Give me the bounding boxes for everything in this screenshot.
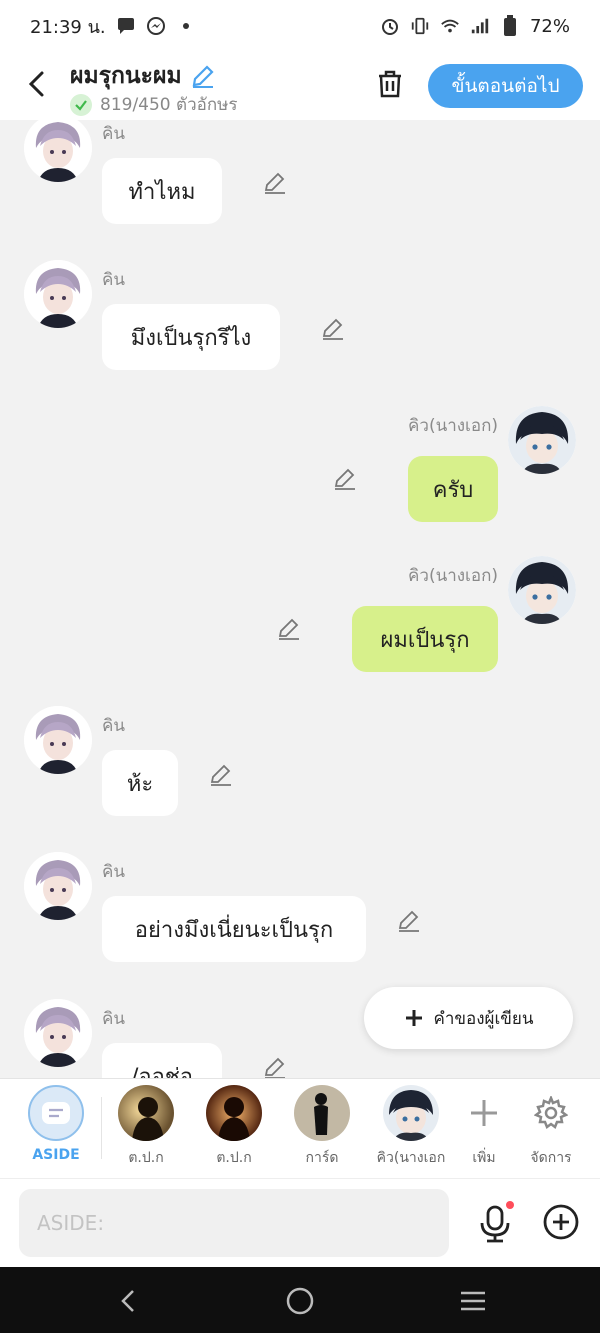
edit-message-icon[interactable] (396, 908, 422, 934)
character-aside[interactable]: ASIDE (16, 1085, 96, 1163)
speech-icon (42, 1102, 70, 1124)
chat-message: คินมึงเป็นรุกรึไง (0, 260, 600, 406)
plus-icon (456, 1085, 512, 1141)
character-item[interactable]: การ์ด (282, 1085, 362, 1169)
battery-percent: 72% (529, 15, 570, 37)
nav-back-button[interactable] (110, 1283, 146, 1319)
chat-message: คินทำไหม (0, 120, 600, 260)
status-bar: 21:39 น. 72% (0, 0, 600, 52)
wifi-icon (440, 16, 460, 36)
sender-name: คิน (102, 124, 125, 144)
plus-icon (406, 1010, 423, 1026)
dot-icon (176, 16, 196, 36)
sender-name: คิว(นางเอก) (408, 566, 498, 586)
character-avatar[interactable] (24, 120, 92, 182)
story-title[interactable]: ผมรุกนะผม (70, 58, 216, 94)
edit-message-icon[interactable] (320, 316, 346, 342)
character-label: ต.ป.ก (128, 1150, 164, 1166)
writer-note-label: คำของผู้เขียน (433, 1008, 534, 1029)
chat-message: คิว(นางเอก) ครับ (0, 406, 600, 552)
check-icon (70, 93, 92, 116)
manage-characters-button[interactable]: จัดการ (511, 1085, 591, 1169)
chat-message: คินอย่างมึงเนี่ยนะเป็นรุก (0, 852, 600, 998)
character-avatar (118, 1085, 174, 1141)
message-bubble[interactable]: /ออช่อ (102, 1043, 222, 1078)
character-avatar (383, 1085, 439, 1141)
character-item[interactable]: คิว(นางเอก (371, 1085, 451, 1169)
char-count-text: 819/450 ตัวอักษร (100, 95, 238, 115)
message-bubble[interactable]: ทำไหม (102, 158, 222, 224)
aside-avatar (28, 1085, 84, 1141)
chat-bubble-icon (116, 16, 136, 36)
character-avatar (206, 1085, 262, 1141)
signal-icon (470, 16, 490, 36)
character-avatar[interactable] (24, 260, 92, 328)
protagonist-avatar[interactable] (508, 556, 576, 624)
sender-name: คิน (102, 716, 125, 736)
input-bar (0, 1178, 600, 1267)
nav-recents-button[interactable] (455, 1283, 491, 1319)
edit-message-icon[interactable] (208, 762, 234, 788)
vibrate-icon (410, 16, 430, 36)
message-bubble[interactable]: อย่างมึงเนี่ยนะเป็นรุก (102, 896, 366, 962)
add-label: เพิ่ม (472, 1150, 496, 1166)
character-avatar[interactable] (24, 706, 92, 774)
story-title-text: ผมรุกนะผม (70, 63, 182, 89)
alarm-icon (380, 16, 400, 36)
message-bubble[interactable]: ห้ะ (102, 750, 178, 816)
system-nav-bar (0, 1267, 600, 1333)
character-avatar (294, 1085, 350, 1141)
header: ผมรุกนะผม 819/450 ตัวอักษร ขั้นตอนต่อไป (0, 52, 600, 120)
protagonist-avatar[interactable] (508, 406, 576, 474)
edit-message-icon[interactable] (276, 616, 302, 642)
character-item[interactable]: ต.ป.ก (194, 1085, 274, 1169)
message-bubble[interactable]: ผมเป็นรุก (352, 606, 498, 672)
char-count: 819/450 ตัวอักษร (70, 91, 237, 118)
character-item[interactable]: ต.ป.ก (106, 1085, 186, 1169)
delete-button[interactable] (372, 66, 408, 102)
manage-label: จัดการ (530, 1150, 572, 1166)
character-label: การ์ด (305, 1150, 339, 1166)
trash-icon (379, 70, 401, 98)
edit-message-icon[interactable] (262, 1055, 288, 1078)
character-label: ASIDE (32, 1147, 80, 1163)
chat-message: คิว(นางเอก) ผมเป็นรุก (0, 556, 600, 702)
nav-home-button[interactable] (282, 1283, 318, 1319)
writer-note-button[interactable]: คำของผู้เขียน (364, 987, 573, 1049)
gear-icon (523, 1085, 579, 1141)
edit-message-icon[interactable] (262, 170, 288, 196)
battery-icon (500, 15, 520, 36)
edit-message-icon[interactable] (332, 466, 358, 492)
chat-message: คินห้ะ (0, 706, 600, 852)
add-attachment-button[interactable] (542, 1203, 580, 1241)
nav-recents-icon (461, 1291, 485, 1311)
plus-circle-icon (543, 1204, 579, 1240)
mic-button[interactable] (476, 1201, 516, 1245)
microphone-icon (480, 1201, 514, 1243)
sender-name: คิว(นางเอก) (408, 416, 498, 436)
message-bubble[interactable]: ครับ (408, 456, 498, 522)
divider (101, 1097, 102, 1159)
back-button[interactable] (20, 66, 52, 102)
sender-name: คิน (102, 1009, 125, 1029)
message-bubble[interactable]: มึงเป็นรุกรึไง (102, 304, 280, 370)
sender-name: คิน (102, 270, 125, 290)
status-time: 21:39 น. (30, 16, 106, 38)
character-bar: ASIDE ต.ป.ก ต.ป.ก การ์ด คิว(นางเอก เพิ่ม (0, 1078, 600, 1178)
nav-back-icon (121, 1290, 134, 1312)
message-input[interactable] (19, 1189, 449, 1257)
nav-home-icon (286, 1287, 314, 1315)
next-step-button[interactable]: ขั้นตอนต่อไป (428, 64, 583, 108)
messenger-icon (146, 16, 166, 36)
character-label: คิว(นางเอก (376, 1150, 446, 1166)
chevron-left-icon (28, 71, 44, 97)
chat-area: คิน ทำไหม คิน มึงเป็นรุกรึไง คิว(นางเอก) ครับ… (0, 120, 600, 1078)
character-label: ต.ป.ก (216, 1150, 252, 1166)
edit-title-icon[interactable] (190, 63, 216, 89)
character-avatar[interactable] (24, 999, 92, 1067)
character-avatar[interactable] (24, 852, 92, 920)
sender-name: คิน (102, 862, 125, 882)
